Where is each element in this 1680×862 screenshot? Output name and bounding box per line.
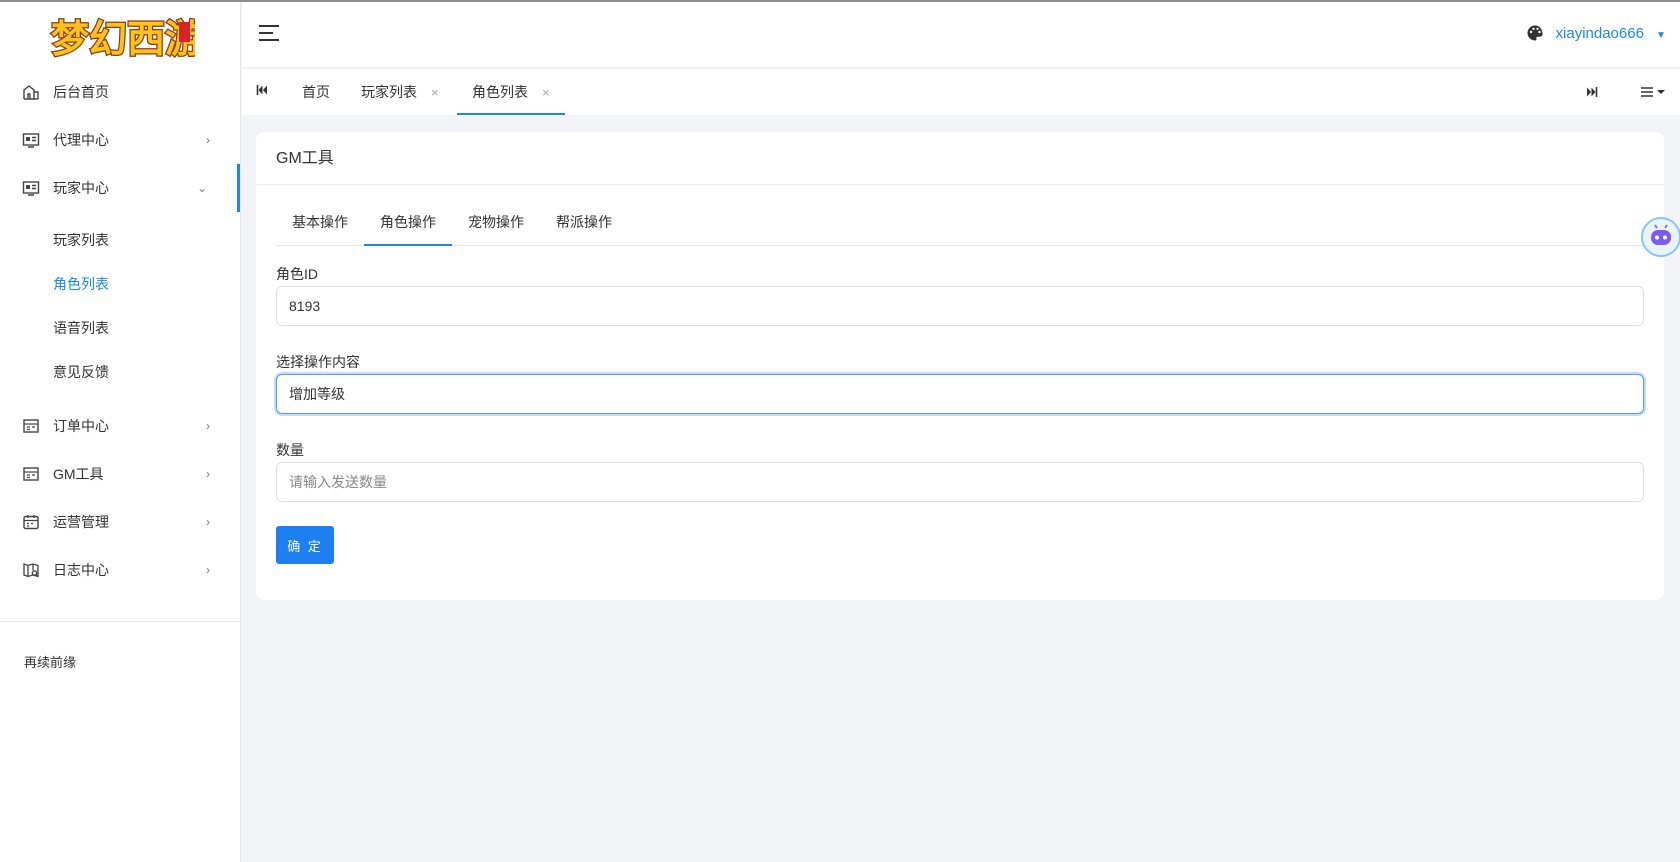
chevron-right-icon: ›	[206, 515, 210, 529]
scroll-tabs-left-icon[interactable]	[256, 84, 268, 96]
assistant-robot-button[interactable]	[1641, 217, 1680, 257]
caret-down-icon: ▼	[1656, 30, 1666, 41]
gm-icon	[23, 467, 39, 481]
quantity-input[interactable]	[276, 462, 1644, 502]
game-logo[interactable]: 梦幻西游	[0, 2, 240, 68]
svg-text:梦幻西游: 梦幻西游	[51, 17, 195, 61]
tab-home[interactable]: 首页	[302, 69, 330, 115]
sidebar: 梦幻西游 后台首页 代理中心 › 玩家中心 ⌄ 玩家列表 角色列表 语音列表 意…	[0, 2, 241, 862]
sidebar-item-dashboard[interactable]: 后台首页	[0, 68, 240, 116]
tab-role-list[interactable]: 角色列表 ×	[457, 69, 565, 115]
agent-icon	[22, 133, 40, 148]
chevron-right-icon: ›	[206, 419, 210, 433]
username: xiayindao666	[1555, 25, 1644, 42]
operation-tabs: 基本操作 角色操作 宠物操作 帮派操作	[276, 210, 1664, 246]
top-header: xiayindao666 ▼	[242, 2, 1680, 68]
sidebar-item-player-center[interactable]: 玩家中心 ⌄	[0, 164, 240, 212]
sidebar-item-label: GM工具	[53, 466, 104, 482]
role-id-input[interactable]	[276, 286, 1644, 326]
sidebar-subitem-role-list[interactable]: 角色列表	[0, 262, 240, 306]
close-icon[interactable]: ×	[431, 85, 439, 100]
chevron-right-icon: ›	[206, 563, 210, 577]
tab-guild-ops[interactable]: 帮派操作	[540, 210, 628, 246]
menu-toggle-icon[interactable]	[258, 24, 280, 42]
operation-select-label: 选择操作内容	[276, 354, 360, 370]
sidebar-divider	[0, 621, 240, 622]
tab-basic-ops[interactable]: 基本操作	[276, 210, 364, 246]
sidebar-item-log-center[interactable]: 日志中心 ›	[0, 546, 240, 594]
robot-icon	[1651, 224, 1671, 245]
player-center-submenu: 玩家列表 角色列表 语音列表 意见反馈	[0, 212, 240, 402]
sidebar-item-order-center[interactable]: 订单中心 ›	[0, 402, 240, 450]
sidebar-item-label: 运营管理	[53, 514, 109, 530]
chevron-right-icon: ›	[206, 133, 210, 147]
order-icon	[23, 419, 39, 433]
sidebar-footer-text: 再续前缘	[24, 655, 77, 670]
tab-role-ops[interactable]: 角色操作	[364, 210, 452, 246]
role-id-label: 角色ID	[276, 266, 318, 282]
tab-label: 首页	[302, 84, 330, 100]
tab-options-menu-icon[interactable]	[1640, 86, 1666, 98]
chevron-down-icon: ⌄	[196, 181, 207, 195]
sidebar-item-label: 日志中心	[53, 562, 109, 578]
sidebar-item-label: 后台首页	[53, 84, 109, 100]
sidebar-subitem-feedback[interactable]: 意见反馈	[0, 350, 240, 394]
tab-pet-ops[interactable]: 宠物操作	[452, 210, 540, 246]
log-icon	[23, 563, 39, 578]
tab-label: 玩家列表	[361, 84, 417, 100]
sidebar-subitem-voice-list[interactable]: 语音列表	[0, 306, 240, 350]
gm-tools-card: GM工具 基本操作 角色操作 宠物操作 帮派操作 角色ID 选择操作内容 数量 …	[256, 132, 1664, 600]
sidebar-item-agent-center[interactable]: 代理中心 ›	[0, 116, 240, 164]
close-icon[interactable]: ×	[542, 85, 550, 100]
sidebar-item-gm-tools[interactable]: GM工具 ›	[0, 450, 240, 498]
card-title: GM工具	[256, 132, 1664, 185]
page-tabs-bar: 首页 玩家列表 × 角色列表 ×	[242, 69, 1680, 115]
tab-label: 角色列表	[472, 84, 528, 100]
home-icon	[23, 85, 39, 100]
player-icon	[22, 181, 40, 196]
sidebar-subitem-player-list[interactable]: 玩家列表	[0, 218, 240, 262]
sidebar-item-label: 玩家中心	[53, 180, 109, 196]
palette-icon[interactable]	[1526, 24, 1544, 42]
operation-select[interactable]	[276, 374, 1644, 414]
user-menu[interactable]: xiayindao666 ▼	[1556, 25, 1666, 42]
confirm-button[interactable]: 确 定	[276, 526, 334, 564]
tab-player-list[interactable]: 玩家列表 ×	[361, 69, 439, 115]
scroll-tabs-right-icon[interactable]	[1586, 86, 1598, 98]
sidebar-item-operations[interactable]: 运营管理 ›	[0, 498, 240, 546]
sidebar-item-label: 代理中心	[53, 132, 109, 148]
chevron-right-icon: ›	[206, 467, 210, 481]
calendar-icon	[23, 515, 39, 530]
quantity-label: 数量	[276, 442, 304, 458]
sidebar-item-label: 订单中心	[53, 418, 109, 434]
